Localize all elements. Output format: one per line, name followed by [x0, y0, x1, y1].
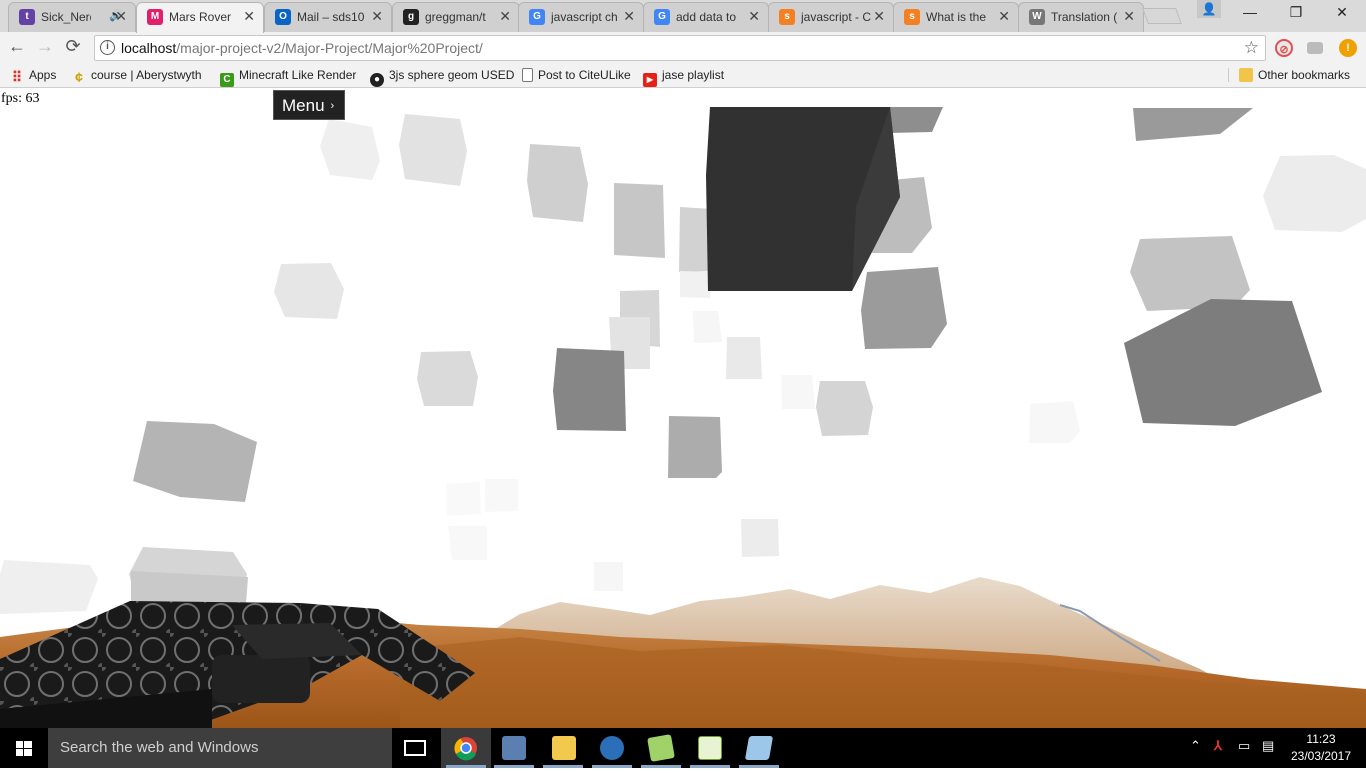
page-icon: [522, 68, 533, 82]
restore-button[interactable]: ❐: [1273, 4, 1319, 21]
youtube-icon: ▶: [643, 73, 657, 87]
reload-button[interactable]: ⟳: [62, 36, 84, 57]
back-button[interactable]: ←: [6, 36, 28, 57]
tab-title: javascript - C: [801, 10, 872, 24]
user-profile-icon[interactable]: 👤: [1197, 0, 1221, 18]
stackoverflow-icon: s: [904, 9, 920, 25]
start-button[interactable]: [0, 728, 48, 768]
extension-icon[interactable]: ⊘: [1275, 39, 1293, 57]
close-tab-icon[interactable]: ✕: [371, 8, 383, 25]
chevron-up-icon[interactable]: ⌃: [1190, 738, 1201, 754]
app-icon[interactable]: [600, 736, 624, 760]
tab-title: add data to: [676, 10, 737, 24]
close-window-button[interactable]: ✕: [1319, 4, 1365, 21]
cast-icon[interactable]: [1307, 42, 1323, 54]
browser-toolbar: ← → ⟳ i localhost/major-project-v2/Major…: [0, 32, 1366, 62]
clock-time: 11:23: [1306, 732, 1336, 746]
taskbar-search-box[interactable]: Search the web and Windows: [48, 728, 392, 768]
close-tab-icon[interactable]: ✕: [623, 8, 635, 25]
tab-add-data[interactable]: G add data to ✕: [643, 2, 769, 32]
close-tab-icon[interactable]: ✕: [499, 8, 511, 25]
wikipedia-icon: W: [1029, 9, 1045, 25]
new-tab-button[interactable]: [1142, 8, 1182, 24]
folder-icon: [1239, 68, 1253, 82]
tab-title: Sick_Nerd: [41, 10, 91, 24]
fps-counter: fps: 63: [1, 91, 40, 106]
update-alert-icon[interactable]: !: [1339, 39, 1357, 57]
mars-scene[interactable]: [0, 89, 1366, 728]
tab-title: greggman/t: [425, 10, 486, 24]
tab-title: Mail – sds10: [297, 10, 365, 24]
other-bookmarks[interactable]: Other bookmarks: [1228, 68, 1350, 82]
google-icon: G: [654, 9, 670, 25]
minimize-button[interactable]: —: [1227, 4, 1273, 20]
webgl-viewport[interactable]: fps: 63 Menu ›: [0, 89, 1366, 728]
github-icon: ●: [370, 73, 384, 87]
apps-grid-icon: ⠿: [11, 69, 23, 85]
tab-what-is-the[interactable]: s What is the ✕: [893, 2, 1019, 32]
windows-logo-icon: [16, 741, 32, 756]
close-tab-icon[interactable]: ✕: [1123, 8, 1135, 25]
tab-translation[interactable]: W Translation ( ✕: [1018, 2, 1144, 32]
info-icon[interactable]: i: [100, 40, 115, 55]
remote-desktop-icon[interactable]: [502, 736, 526, 760]
chevron-right-icon: ›: [330, 100, 335, 112]
close-tab-icon[interactable]: ✕: [748, 8, 760, 25]
bookmarks-bar: ⠿ Apps ¢ course | Aberystwyth C Minecraft L…: [0, 62, 1366, 88]
tab-mail[interactable]: O Mail – sds10 ✕: [264, 2, 392, 32]
tab-javascript-ch[interactable]: G javascript ch ✕: [518, 2, 644, 32]
acrobat-icon[interactable]: ⅄: [1214, 738, 1222, 754]
bookmark-citeulike[interactable]: Post to CiteULike: [522, 68, 631, 82]
stackoverflow-icon: s: [779, 9, 795, 25]
tab-title: Translation (: [1051, 10, 1118, 24]
clock-date: 23/03/2017: [1290, 749, 1352, 763]
tab-title: Mars Rover: [169, 10, 232, 24]
close-tab-icon[interactable]: ✕: [873, 8, 885, 25]
tab-title: javascript ch: [551, 10, 618, 24]
outlook-icon: O: [275, 9, 291, 25]
close-tab-icon[interactable]: ✕: [243, 8, 255, 25]
close-tab-icon[interactable]: ✕: [998, 8, 1010, 25]
chrome-icon: [454, 737, 477, 761]
forward-button[interactable]: →: [34, 36, 56, 57]
floating-cubes: [0, 107, 1366, 614]
tab-strip: t Sick_Nerd 🔊 ✕ M Mars Rover ✕ O Mail – …: [0, 0, 1366, 33]
bookmark-3js[interactable]: ● 3js sphere geom USED: [370, 68, 514, 87]
bookmark-apps[interactable]: ⠿ Apps: [10, 68, 57, 85]
github-icon: g: [403, 9, 419, 25]
bookmark-star-icon[interactable]: ☆: [1244, 38, 1259, 58]
system-clock[interactable]: 11:23 23/03/2017: [1288, 731, 1354, 765]
app-icon[interactable]: [647, 734, 675, 762]
tab-greggman[interactable]: g greggman/t ✕: [392, 2, 520, 32]
project-icon: M: [147, 9, 163, 25]
bookmark-minecraft[interactable]: C Minecraft Like Render: [220, 68, 356, 87]
app-icon[interactable]: [698, 736, 722, 760]
app-icon[interactable]: [744, 736, 774, 760]
tab-title: What is the: [926, 10, 987, 24]
bookmark-course[interactable]: ¢ course | Aberystwyth: [72, 68, 201, 85]
address-bar[interactable]: i localhost/major-project-v2/Major-Proje…: [94, 35, 1266, 61]
file-explorer-icon[interactable]: [552, 736, 576, 760]
minecraft-icon: C: [220, 73, 234, 87]
google-icon: G: [529, 9, 545, 25]
url-text[interactable]: localhost/major-project-v2/Major-Project…: [121, 40, 483, 56]
task-view-icon[interactable]: [404, 740, 426, 756]
tab-javascript-so[interactable]: s javascript - C ✕: [768, 2, 894, 32]
bookmark-jase[interactable]: ▶ jase playlist: [643, 68, 724, 87]
menu-label: Menu: [282, 96, 325, 115]
notifications-icon[interactable]: ▤: [1262, 738, 1274, 754]
windows-taskbar: Search the web and Windows ⌃ ⅄ ▭ ▤ 11:23…: [0, 728, 1366, 768]
twitch-icon: t: [19, 9, 35, 25]
network-icon[interactable]: ▭: [1238, 738, 1250, 754]
tab-sick-nerd[interactable]: t Sick_Nerd 🔊 ✕: [8, 2, 136, 32]
menu-button[interactable]: Menu ›: [273, 90, 345, 120]
aber-icon: ¢: [75, 69, 83, 85]
tab-mars-rover[interactable]: M Mars Rover ✕: [136, 2, 264, 33]
close-tab-icon[interactable]: ✕: [115, 8, 127, 25]
chrome-taskbar-button[interactable]: [441, 728, 491, 768]
